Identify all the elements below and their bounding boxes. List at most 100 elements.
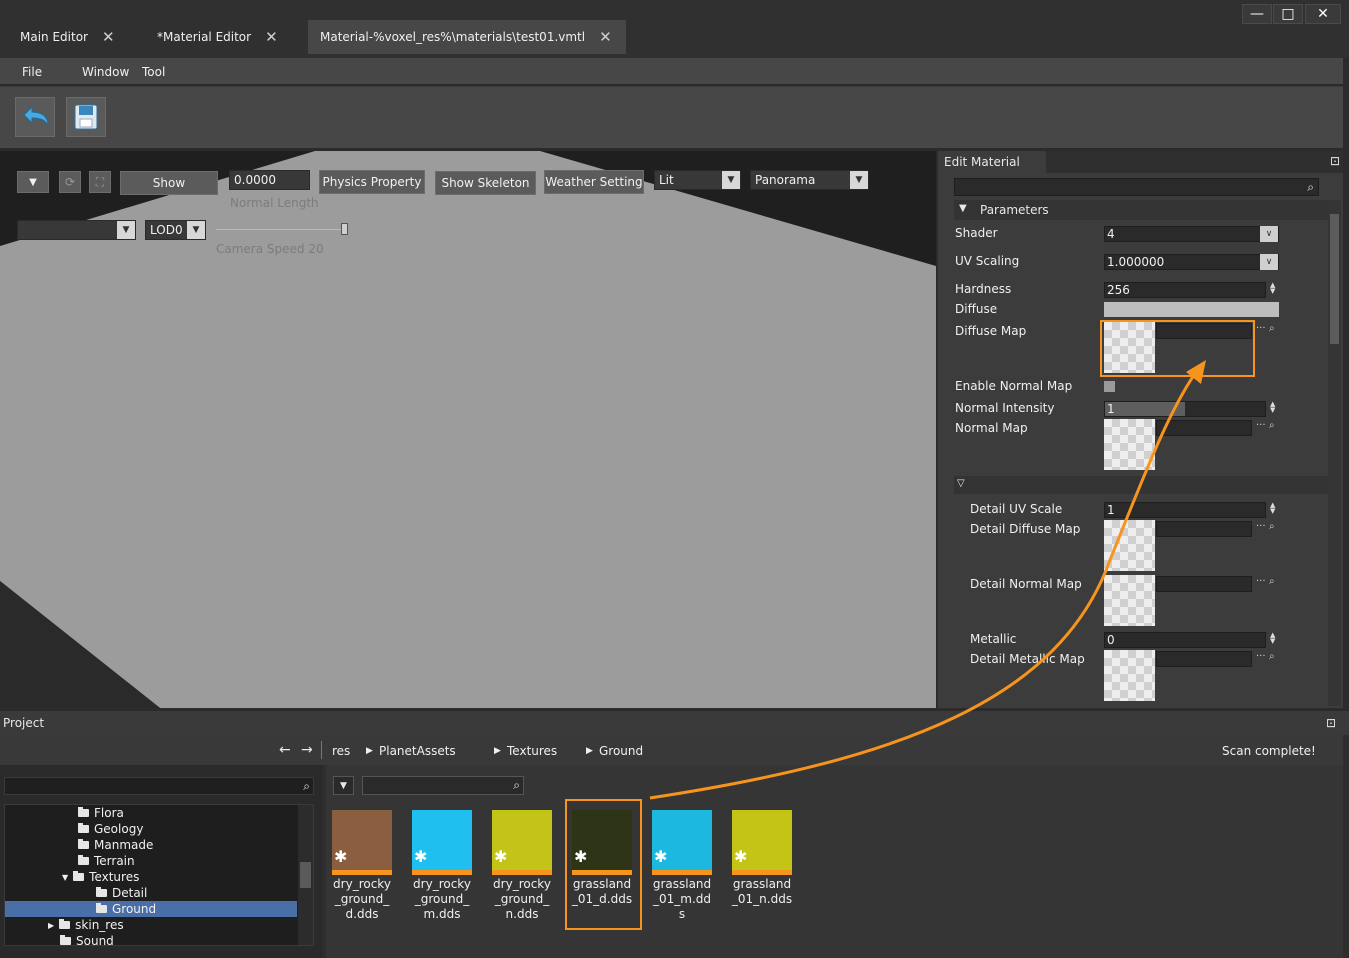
tree-item-textures[interactable]: ▼ Textures (62, 869, 139, 885)
menu-file[interactable]: File (22, 65, 42, 79)
breadcrumb-item[interactable]: res (332, 744, 350, 758)
close-icon[interactable]: ✕ (102, 28, 115, 46)
detail-section-header[interactable]: ▽ (954, 476, 1329, 494)
tab-main-editor[interactable]: Main Editor ✕ (8, 20, 127, 54)
detail-uv-scale-input[interactable]: 1 (1104, 502, 1266, 518)
enable-normal-map-checkbox[interactable] (1104, 381, 1115, 392)
forward-arrow-icon[interactable]: → (301, 742, 313, 758)
panel-title-tab[interactable]: Edit Material (938, 151, 1046, 173)
hardness-input[interactable]: 256 (1104, 282, 1266, 298)
back-arrow-icon[interactable]: ← (279, 742, 291, 758)
stepper-icon[interactable]: ▲ ▼ (1270, 282, 1275, 295)
tree-scrollbar[interactable] (298, 805, 313, 945)
asset-item[interactable]: ✱ dry_rocky_ground_d.dds (327, 810, 397, 922)
expand-icon[interactable]: ▶ (48, 921, 54, 930)
detail-metallic-map-preview[interactable] (1104, 650, 1155, 701)
camera-speed-slider[interactable] (216, 229, 348, 230)
browse-button[interactable]: ··· (1256, 420, 1266, 431)
maximize-button[interactable]: □ (1273, 4, 1303, 24)
camera-mode-button[interactable]: ▼ (17, 171, 49, 193)
weather-setting-button[interactable]: Weather Setting (544, 170, 644, 194)
divider (321, 741, 322, 759)
pin-icon[interactable]: ⊡ (1330, 154, 1340, 168)
parameters-section-header[interactable]: ▼ Parameters (954, 200, 1329, 220)
show-skeleton-button[interactable]: Show Skeleton (435, 171, 536, 195)
panel-scrollbar[interactable] (1328, 200, 1341, 706)
metallic-input[interactable]: 0 (1104, 632, 1266, 648)
filter-dropdown[interactable]: ▼ (333, 776, 354, 795)
scrollbar-thumb[interactable] (1330, 214, 1339, 344)
asset-search-input[interactable]: ⌕ (362, 776, 524, 795)
shader-select[interactable]: 4 ∨ (1104, 226, 1279, 242)
locate-icon[interactable]: ⌕ (1269, 651, 1275, 662)
breadcrumb-item[interactable]: Textures (507, 744, 557, 758)
diffuse-color-swatch[interactable] (1104, 302, 1279, 317)
stepper-icon[interactable]: ▲ ▼ (1270, 502, 1275, 515)
breadcrumb-item[interactable]: PlanetAssets (379, 744, 456, 758)
search-icon[interactable]: ⌕ (513, 778, 520, 793)
detail-diffuse-map-path[interactable] (1156, 521, 1252, 537)
asset-item[interactable]: ✱ dry_rocky_ground_m.dds (407, 810, 477, 922)
lighting-mode-select[interactable]: Lit ▼ (654, 170, 741, 190)
tree-item-manmade[interactable]: Manmade (78, 837, 153, 853)
asset-item[interactable]: ✱ grassland_01_m.dds (647, 810, 717, 922)
asset-item[interactable]: ✱ grassland_01_n.dds (727, 810, 797, 907)
browse-button[interactable]: ··· (1256, 651, 1266, 662)
view-select[interactable]: ▼ (17, 220, 136, 240)
menu-window[interactable]: Window (82, 65, 129, 79)
tree-item-detail[interactable]: Detail (96, 885, 147, 901)
tree-item-skin-res[interactable]: ▶ skin_res (48, 917, 124, 933)
scrollbar-thumb[interactable] (300, 862, 311, 888)
tab-material-editor[interactable]: *Material Editor ✕ (145, 20, 290, 54)
browse-button[interactable]: ··· (1256, 576, 1266, 587)
close-icon[interactable]: ✕ (265, 28, 278, 46)
normal-length-input[interactable]: 0.0000 (229, 170, 310, 190)
tree-item-ground[interactable]: Ground (96, 901, 156, 917)
browse-button[interactable]: ··· (1256, 521, 1266, 532)
detail-diffuse-map-preview[interactable] (1104, 520, 1155, 571)
parameter-search-input[interactable]: ⌕ (954, 178, 1319, 196)
locate-icon[interactable]: ⌕ (1269, 420, 1275, 431)
tree-item-geology[interactable]: Geology (78, 821, 143, 837)
lod-select[interactable]: LOD0 ▼ (145, 220, 206, 240)
refresh-button[interactable]: ⟳ (59, 171, 81, 193)
stepper-icon[interactable]: ▲ ▼ (1270, 632, 1275, 645)
locate-icon[interactable]: ⌕ (1269, 323, 1275, 334)
background-mode-select[interactable]: Panorama ▼ (750, 170, 869, 190)
locate-icon[interactable]: ⌕ (1269, 576, 1275, 587)
tree-search-input[interactable]: ⌕ (4, 777, 314, 795)
tree-item-flora[interactable]: Flora (78, 805, 124, 821)
detail-normal-map-path[interactable] (1156, 576, 1252, 592)
fit-view-button[interactable]: ⛶ (89, 171, 111, 193)
close-button[interactable]: ✕ (1305, 4, 1341, 24)
tree-item-sound[interactable]: Sound (60, 933, 114, 945)
tab-material-file[interactable]: Material-%voxel_res%\materials\test01.vm… (308, 20, 626, 54)
normal-map-path[interactable] (1156, 420, 1252, 436)
save-button[interactable] (66, 97, 106, 137)
search-icon[interactable]: ⌕ (1307, 180, 1314, 195)
normal-map-preview[interactable] (1104, 419, 1155, 470)
asset-item[interactable]: ✱ dry_rocky_ground_n.dds (487, 810, 557, 922)
detail-metallic-map-path[interactable] (1156, 651, 1252, 667)
stepper-icon[interactable]: ▲ ▼ (1270, 401, 1275, 414)
normal-intensity-input[interactable]: 1 (1104, 401, 1266, 417)
close-icon[interactable]: ✕ (599, 28, 612, 46)
physics-property-button[interactable]: Physics Property (319, 170, 425, 194)
expand-icon[interactable]: ▼ (62, 873, 68, 882)
breadcrumb-item[interactable]: Ground (599, 744, 643, 758)
detail-normal-map-preview[interactable] (1104, 575, 1155, 626)
scene-viewport[interactable]: ▼ ⟳ ⛶ Show 0.0000 Normal Length Physics … (0, 151, 936, 708)
menu-tool[interactable]: Tool (142, 65, 165, 79)
undo-button[interactable] (15, 97, 55, 137)
tree-item-terrain[interactable]: Terrain (78, 853, 135, 869)
search-icon[interactable]: ⌕ (303, 779, 310, 794)
locate-icon[interactable]: ⌕ (1269, 521, 1275, 532)
minimize-button[interactable]: — (1242, 4, 1272, 24)
uv-scaling-select[interactable]: 1.000000 ∨ (1104, 254, 1279, 270)
pin-icon[interactable]: ⊡ (1326, 716, 1336, 730)
chevron-right-icon: ▶ (586, 746, 593, 756)
show-button[interactable]: Show (120, 171, 218, 195)
browse-button[interactable]: ··· (1256, 323, 1266, 334)
project-title-tab[interactable]: Project (0, 711, 70, 735)
camera-speed-handle[interactable] (341, 223, 348, 235)
